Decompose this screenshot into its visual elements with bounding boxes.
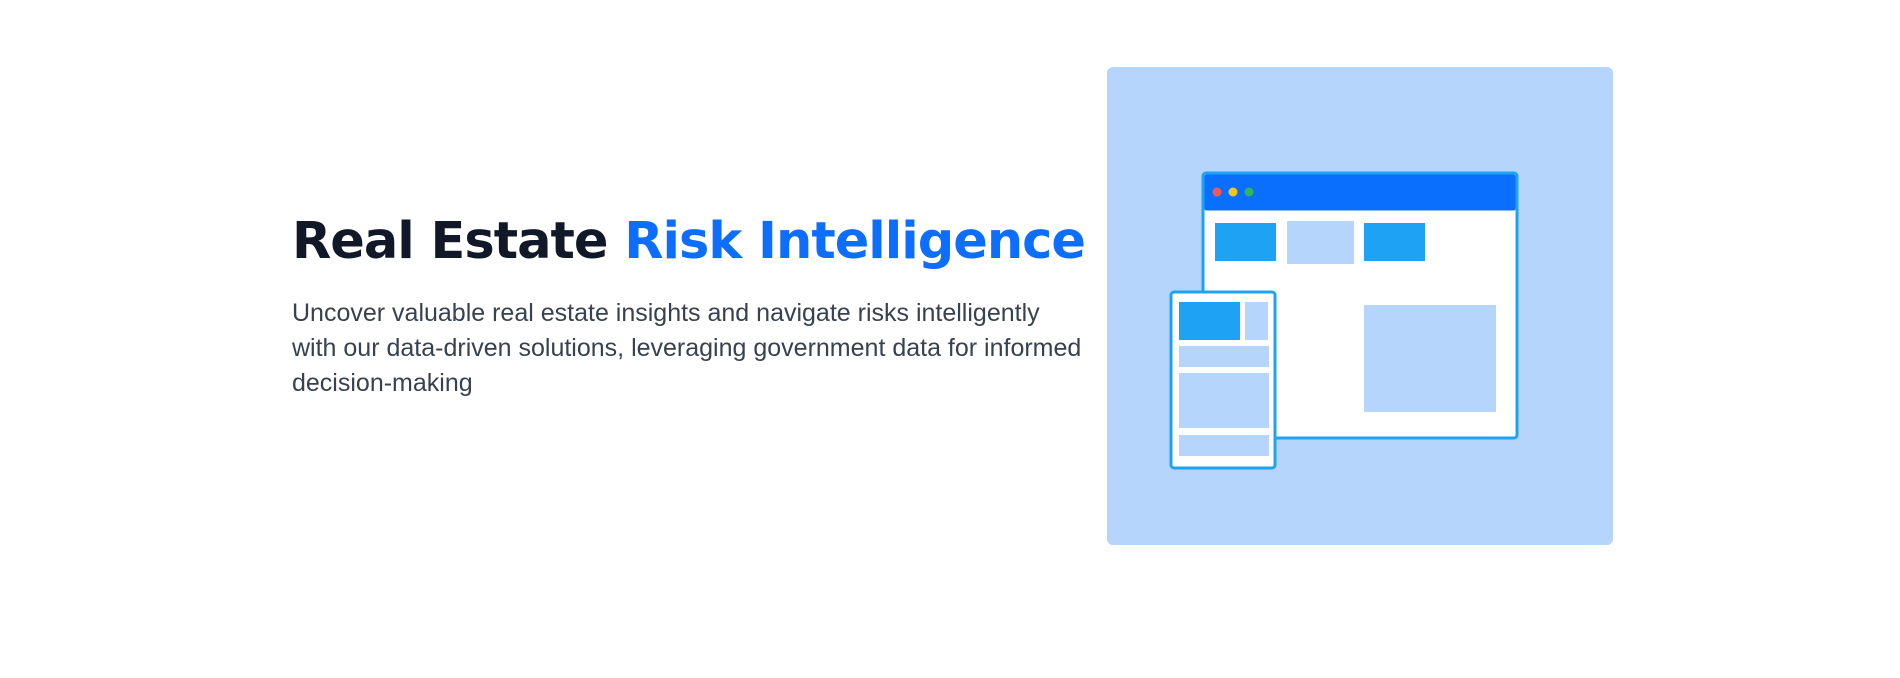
window-block <box>1364 305 1496 412</box>
window-dot-yellow-icon <box>1228 187 1238 197</box>
hero-headline: Real Estate Risk Intelligence <box>292 206 1086 278</box>
window-dot-green-icon <box>1244 187 1254 197</box>
window-block <box>1364 223 1425 261</box>
mobile-block <box>1179 346 1269 367</box>
window-block <box>1215 223 1276 261</box>
mobile-block <box>1245 302 1268 340</box>
mobile-block <box>1179 302 1240 340</box>
dashboard-illustration-icon <box>1169 171 1519 470</box>
hero-subtext: Uncover valuable real estate insights an… <box>292 299 1082 397</box>
window-dot-red-icon <box>1212 187 1222 197</box>
mobile-block <box>1179 373 1269 428</box>
mobile-block <box>1179 435 1269 456</box>
hero-section: Real Estate Risk Intelligence Uncover va… <box>0 0 1900 678</box>
hero-illustration <box>1107 67 1613 545</box>
hero-text-block: Real Estate Risk Intelligence Uncover va… <box>292 206 1086 401</box>
mobile-screen-icon <box>1169 290 1277 470</box>
headline-primary: Real Estate <box>292 212 608 271</box>
window-block <box>1287 221 1354 264</box>
headline-accent: Risk Intelligence <box>624 212 1086 271</box>
